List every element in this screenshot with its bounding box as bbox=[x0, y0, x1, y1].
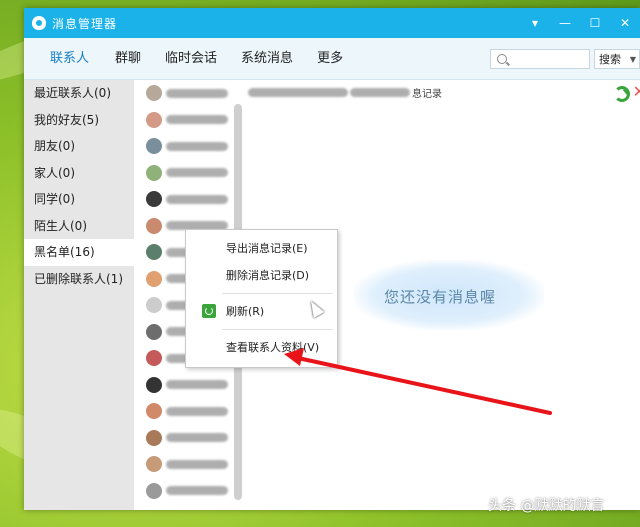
avatar bbox=[146, 376, 162, 393]
redacted-contact-info bbox=[248, 87, 348, 97]
avatar bbox=[146, 138, 162, 155]
contact-row[interactable] bbox=[134, 107, 244, 134]
tab-system-messages[interactable]: 系统消息 bbox=[229, 38, 305, 80]
avatar bbox=[146, 403, 162, 420]
menu-dropdown-icon[interactable]: ▾ bbox=[520, 16, 550, 30]
avatar bbox=[146, 270, 162, 287]
contact-group-sidebar: 最近联系人(0) 我的好友(5) 朋友(0) 家人(0) 同学(0) 陌生人(0… bbox=[24, 80, 134, 510]
tab-group-chat[interactable]: 群聊 bbox=[103, 38, 153, 80]
sidebar-item-family[interactable]: 家人(0) bbox=[24, 160, 134, 187]
sidebar-item-classmates[interactable]: 同学(0) bbox=[24, 186, 134, 213]
tab-contacts[interactable]: 联系人 bbox=[24, 38, 103, 80]
window-controls: ▾ — ☐ ✕ bbox=[520, 16, 640, 30]
sidebar-item-deleted[interactable]: 已删除联系人(1) bbox=[24, 266, 134, 293]
message-header-suffix: 息记录 bbox=[412, 88, 442, 100]
redacted-contact-name bbox=[166, 406, 228, 416]
maximize-button[interactable]: ☐ bbox=[580, 16, 610, 30]
contact-row[interactable] bbox=[134, 133, 244, 160]
sidebar-item-friends[interactable]: 朋友(0) bbox=[24, 133, 134, 160]
avatar bbox=[146, 482, 162, 499]
sidebar-item-recent[interactable]: 最近联系人(0) bbox=[24, 80, 134, 107]
menu-separator bbox=[222, 329, 333, 330]
redacted-contact-name bbox=[166, 433, 228, 443]
contact-row[interactable] bbox=[134, 372, 244, 399]
avatar bbox=[146, 164, 162, 181]
contact-row[interactable] bbox=[134, 478, 244, 505]
avatar bbox=[146, 297, 162, 314]
redacted-contact-name bbox=[166, 88, 228, 98]
redacted-contact-name bbox=[166, 380, 228, 390]
qq-penguin-icon bbox=[32, 16, 46, 30]
avatar bbox=[146, 323, 162, 340]
redacted-contact-name bbox=[166, 459, 228, 469]
empty-state-text: 您还没有消息喔 bbox=[384, 288, 497, 306]
contact-row[interactable] bbox=[134, 160, 244, 187]
redacted-contact-name bbox=[166, 486, 228, 496]
menu-item-refresh-label: 刷新(R) bbox=[226, 305, 265, 318]
search-input[interactable] bbox=[490, 49, 590, 69]
avatar bbox=[146, 217, 162, 234]
avatar bbox=[146, 456, 162, 473]
menu-separator bbox=[222, 293, 333, 294]
avatar bbox=[146, 429, 162, 446]
chevron-down-icon[interactable]: ▼ bbox=[630, 55, 636, 64]
menu-item-export[interactable]: 导出消息记录(E) bbox=[186, 235, 337, 262]
message-header: 息记录 bbox=[244, 80, 640, 104]
contact-row[interactable] bbox=[134, 451, 244, 478]
redacted-contact-id bbox=[350, 87, 410, 97]
window-title: 消息管理器 bbox=[52, 16, 118, 31]
avatar bbox=[146, 191, 162, 208]
sidebar-item-my-friends[interactable]: 我的好友(5) bbox=[24, 107, 134, 134]
watermark-logo: Bai 经验 bbox=[462, 469, 550, 494]
title-bar[interactable]: 消息管理器 ▾ — ☐ ✕ bbox=[24, 8, 640, 38]
search-icon bbox=[497, 54, 507, 64]
delete-icon[interactable]: ✕ bbox=[633, 82, 640, 101]
sidebar-item-blacklist[interactable]: 黑名单(16) bbox=[24, 239, 134, 266]
menu-item-delete[interactable]: 删除消息记录(D) bbox=[186, 262, 337, 289]
avatar bbox=[146, 85, 162, 102]
close-button[interactable]: ✕ bbox=[610, 16, 640, 30]
redacted-contact-name bbox=[166, 194, 228, 204]
contact-row[interactable] bbox=[134, 398, 244, 425]
search-button-label: 搜索 bbox=[599, 53, 621, 66]
refresh-icon bbox=[202, 304, 216, 318]
search-button[interactable]: 搜索 ▼ bbox=[594, 49, 640, 69]
avatar bbox=[146, 111, 162, 128]
tab-temp-session[interactable]: 临时会话 bbox=[153, 38, 229, 80]
tab-more[interactable]: 更多 bbox=[305, 38, 355, 80]
avatar bbox=[146, 244, 162, 261]
tab-bar: 联系人 群聊 临时会话 系统消息 更多 搜索 ▼ bbox=[24, 38, 640, 80]
contact-row[interactable] bbox=[134, 186, 244, 213]
redacted-contact-name bbox=[166, 115, 228, 125]
redacted-contact-name bbox=[166, 168, 228, 178]
contact-row[interactable] bbox=[134, 80, 244, 107]
refresh-icon[interactable] bbox=[614, 86, 630, 102]
contact-row[interactable] bbox=[134, 425, 244, 452]
redacted-contact-name bbox=[166, 141, 228, 151]
minimize-button[interactable]: — bbox=[550, 16, 580, 30]
watermark-caption: 头条 @默默的默言 bbox=[488, 498, 605, 514]
sidebar-item-strangers[interactable]: 陌生人(0) bbox=[24, 213, 134, 240]
avatar bbox=[146, 350, 162, 367]
menu-item-view-profile[interactable]: 查看联系人资料(V) bbox=[186, 334, 337, 361]
